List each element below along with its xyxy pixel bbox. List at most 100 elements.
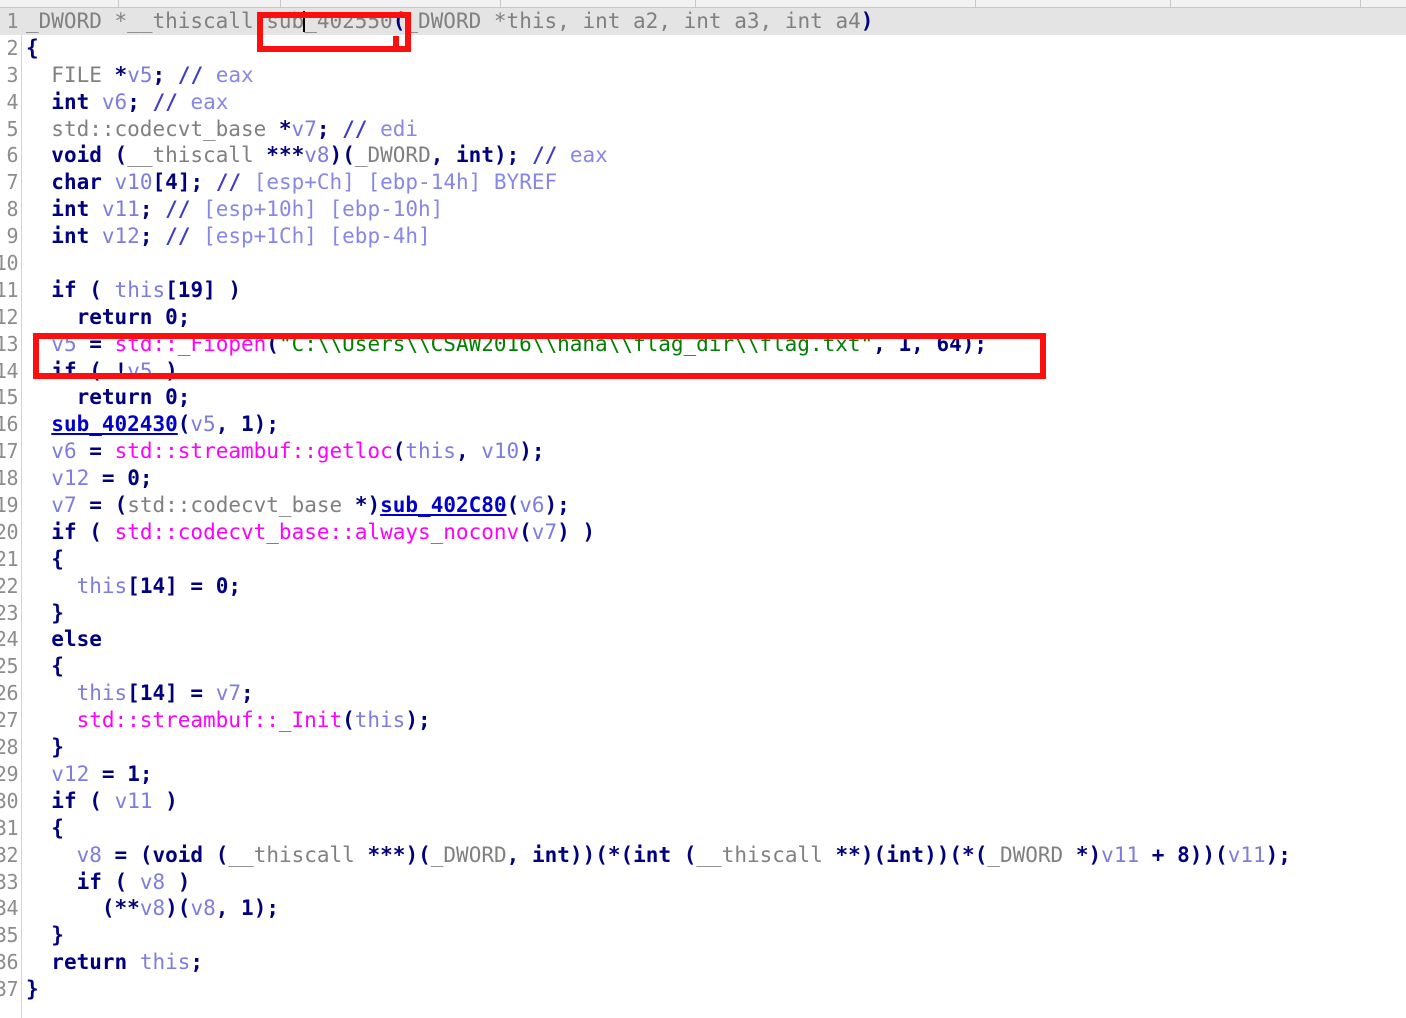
code-text[interactable]: std::codecvt_base *v7; // edi [26,116,418,143]
code-text[interactable]: sub_402430(v5, 1); [26,411,279,438]
code-line[interactable]: 12 return 0; [0,304,1406,331]
punctuation: ) [405,708,418,733]
code-text[interactable]: } [26,600,64,627]
code-text[interactable]: } [26,976,39,1003]
code-line[interactable]: 15 return 0; [0,384,1406,411]
code-text[interactable]: v6 = std::streambuf::getloc(this, v10); [26,438,544,465]
code-text[interactable]: if ( v11 ) [26,788,178,815]
code-text[interactable]: this[14] = v7; [26,680,254,707]
local-variable: v6 [51,439,77,464]
code-text[interactable]: int v12; // [esp+1Ch] [ebp-4h] [26,223,430,250]
code-text[interactable]: return 0; [26,384,191,411]
local-function[interactable]: sub_402430 [51,412,177,436]
code-text[interactable]: { [26,653,64,680]
punctuation: } [26,977,39,1002]
code-line[interactable]: 31 { [0,815,1406,842]
code-text[interactable]: return 0; [26,304,191,331]
code-line[interactable]: 10 [0,250,1406,277]
punctuation: ] [177,170,191,195]
line-number: 13 [0,331,19,356]
code-text[interactable]: v5 = std::_Fiopen("C:\\Users\\CSAW2016\\… [26,331,987,358]
code-line[interactable]: 21 { [0,546,1406,573]
code-line[interactable]: 1 _DWORD *__thiscall sub_402550(_DWORD *t… [0,8,1406,35]
code-line[interactable]: 29 v12 = 1; [0,761,1406,788]
code-text[interactable]: { [26,815,64,842]
code-line[interactable]: 22 this[14] = 0; [0,573,1406,600]
code-text[interactable]: } [26,734,64,761]
toolbar-strip[interactable] [0,0,1406,8]
punctuation: } [51,600,64,625]
line-number: 34 [0,896,19,921]
code-text[interactable]: FILE *v5; // eax [26,62,253,89]
code-line[interactable]: 37} [0,976,1406,1003]
punctuation: ; [557,493,570,518]
local-function[interactable]: sub [266,9,304,33]
keyword: int [456,143,494,168]
code-text[interactable]: else [26,626,102,653]
library-function[interactable]: std::streambuf::getloc [115,439,393,463]
punctuation: ; [139,466,153,491]
library-function[interactable]: std::codecvt_base::always_noconv [115,520,520,544]
code-text[interactable]: v12 = 1; [26,761,152,788]
code-line[interactable]: 20 if ( std::codecvt_base::always_noconv… [0,519,1406,546]
code-line[interactable]: 23 } [0,600,1406,627]
code-line[interactable]: 9 int v12; // [esp+1Ch] [ebp-4h] [0,223,1406,250]
pseudocode-view[interactable]: 1 _DWORD *__thiscall sub_402550(_DWORD *t… [0,8,1406,1018]
code-line[interactable]: 27 std::streambuf::_Init(this); [0,707,1406,734]
code-line[interactable]: 25 { [0,653,1406,680]
code-line[interactable]: 30 if ( v11 ) [0,788,1406,815]
code-line[interactable]: 3 FILE *v5; // eax [0,62,1406,89]
code-text[interactable]: { [26,546,64,573]
code-text[interactable]: int v6; // eax [26,89,228,116]
code-line[interactable]: 17 v6 = std::streambuf::getloc(this, v10… [0,438,1406,465]
code-line[interactable]: 35 } [0,922,1406,949]
code-line[interactable]: 19 v7 = (std::codecvt_base *)sub_402C80(… [0,492,1406,519]
punctuation: ( [89,519,102,544]
code-line[interactable]: 26 this[14] = v7; [0,680,1406,707]
code-line[interactable]: 4 int v6; // eax [0,89,1406,116]
code-line[interactable]: 24 else [0,626,1406,653]
code-text[interactable]: int v11; // [esp+10h] [ebp-10h] [26,196,443,223]
code-text[interactable]: if ( v8 ) [26,869,191,896]
keyword: int [531,842,570,867]
code-text[interactable]: _DWORD *__thiscall sub_402550(_DWORD *th… [26,8,873,35]
code-text[interactable]: char v10[4]; // [esp+Ch] [ebp-14h] BYREF [26,169,557,196]
code-text[interactable]: if ( std::codecvt_base::always_noconv(v7… [26,519,595,546]
code-line[interactable]: 16 sub_402430(v5, 1); [0,411,1406,438]
code-text[interactable]: std::streambuf::_Init(this); [26,707,431,734]
code-line-list[interactable]: 1 _DWORD *__thiscall sub_402550(_DWORD *t… [0,8,1406,1003]
code-line[interactable]: 5 std::codecvt_base *v7; // edi [0,116,1406,143]
code-line[interactable]: 32 v8 = (void (__thiscall ***)(_DWORD, i… [0,842,1406,869]
punctuation: , [455,439,469,464]
code-line[interactable]: 6 void (__thiscall ***v8)(_DWORD, int); … [0,142,1406,169]
declaration-token: int [683,9,722,33]
code-text[interactable]: return this; [26,949,203,976]
code-text[interactable]: v12 = 0; [26,465,153,492]
code-line[interactable]: 11 if ( this[19] ) [0,277,1406,304]
code-line[interactable]: 28 } [0,734,1406,761]
library-function[interactable]: std::streambuf::_Init [77,708,343,732]
code-line[interactable]: 36 return this; [0,949,1406,976]
code-text[interactable]: } [26,922,64,949]
code-line[interactable]: 33 if ( v8 ) [0,869,1406,896]
code-text[interactable]: v7 = (std::codecvt_base *)sub_402C80(v6)… [26,492,570,519]
code-text[interactable]: (**v8)(v8, 1); [26,895,279,922]
library-function[interactable]: std::_Fiopen [115,332,267,356]
local-function[interactable]: sub_402C80 [380,493,506,517]
code-line[interactable]: 34 (**v8)(v8, 1); [0,895,1406,922]
local-variable: v7 [215,681,242,706]
punctuation: ] [203,277,216,302]
code-line[interactable]: 8 int v11; // [esp+10h] [ebp-10h] [0,196,1406,223]
code-line[interactable]: 7 char v10[4]; // [esp+Ch] [ebp-14h] BYR… [0,169,1406,196]
code-text[interactable]: this[14] = 0; [26,573,241,600]
code-text[interactable]: v8 = (void (__thiscall ***)(_DWORD, int)… [26,842,1291,869]
code-line[interactable]: 18 v12 = 0; [0,465,1406,492]
code-text[interactable]: if ( this[19] ) [26,277,241,304]
code-text[interactable]: if ( !v5 ) [26,358,178,385]
code-text[interactable]: void (__thiscall ***v8)(_DWORD, int); //… [26,142,608,169]
code-line[interactable]: 13 v5 = std::_Fiopen("C:\\Users\\CSAW201… [0,331,1406,358]
code-line[interactable]: 14 if ( !v5 ) [0,358,1406,385]
code-text[interactable]: { [26,35,39,62]
code-line[interactable]: 2{ [0,35,1406,62]
punctuation: ; [241,681,254,706]
